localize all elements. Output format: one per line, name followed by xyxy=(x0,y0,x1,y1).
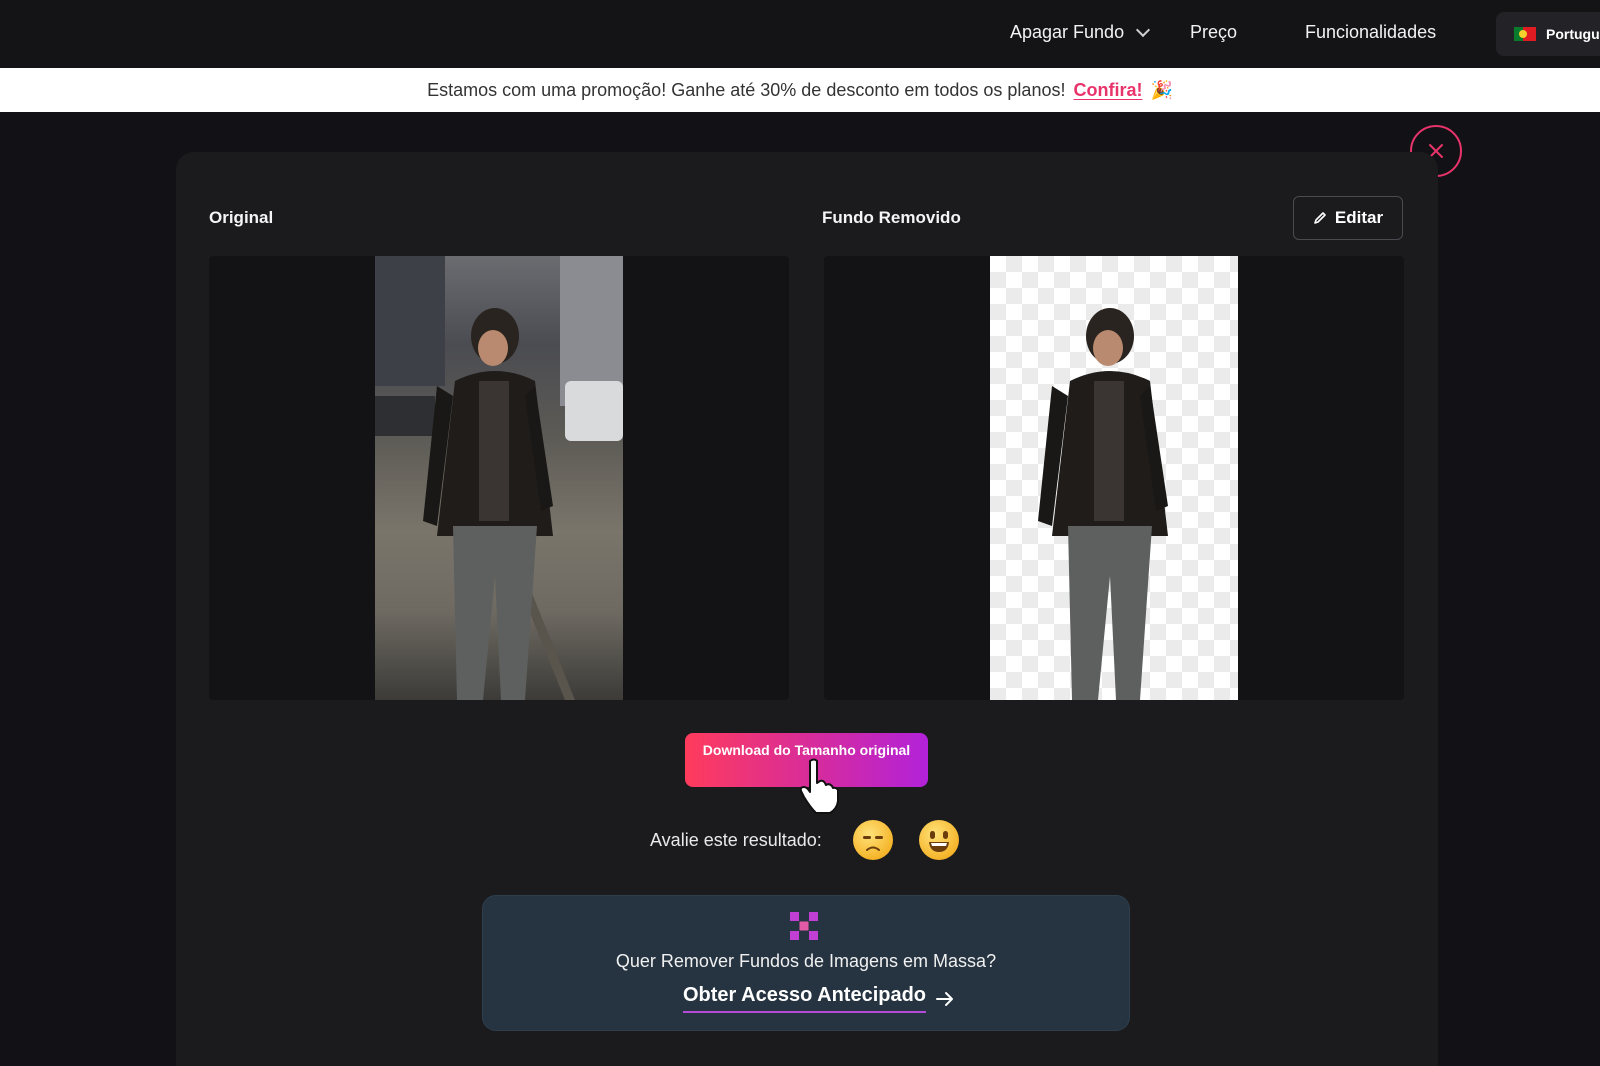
nav-remove-bg-label: Apagar Fundo xyxy=(1010,22,1125,42)
removed-image-frame xyxy=(824,256,1404,700)
bulk-removal-card: Quer Remover Fundos de Imagens em Massa?… xyxy=(482,895,1130,1031)
removed-title: Fundo Removido xyxy=(822,208,961,227)
nav-pricing-link[interactable]: Preço xyxy=(1190,22,1237,43)
nav-remove-bg-dropdown[interactable]: Apagar Fundo xyxy=(1010,22,1151,43)
original-photo xyxy=(375,256,623,700)
language-selector[interactable]: Português xyxy=(1496,12,1600,56)
bulk-question: Quer Remover Fundos de Imagens em Massa? xyxy=(615,951,997,971)
portugal-flag-icon xyxy=(1514,27,1536,41)
top-navigation: Apagar Fundo Preço Funcionalidades Portu… xyxy=(0,0,1600,68)
early-access-label: Obter Acesso Antecipado xyxy=(683,984,927,1013)
person-cutout xyxy=(1038,308,1168,700)
hand-cursor-icon xyxy=(799,758,839,814)
promo-link[interactable]: Confira! xyxy=(1073,80,1142,101)
early-access-link[interactable]: Obter Acesso Antecipado xyxy=(683,984,954,1013)
sad-emoji-icon[interactable] xyxy=(853,820,893,860)
bulk-grid-icon xyxy=(790,912,818,940)
rating-label: Avalie este resultado: xyxy=(650,830,822,850)
arrow-right-icon xyxy=(936,991,954,1006)
original-image-frame xyxy=(209,256,789,700)
edit-label: Editar xyxy=(1334,208,1384,227)
promo-banner: Estamos com uma promoção! Ganhe até 30% … xyxy=(0,68,1600,112)
chevron-down-icon xyxy=(1136,22,1151,38)
grin-emoji-icon[interactable] xyxy=(919,820,959,860)
original-title: Original xyxy=(209,208,274,227)
language-label: Português xyxy=(1546,26,1600,42)
party-popper-icon: 🎉 xyxy=(1150,79,1173,100)
removed-background-photo xyxy=(990,256,1238,700)
edit-button[interactable]: Editar xyxy=(1293,196,1403,240)
pencil-icon xyxy=(1314,212,1326,224)
nav-features-link[interactable]: Funcionalidades xyxy=(1305,22,1436,43)
promo-text: Estamos com uma promoção! Ganhe até 30% … xyxy=(427,79,1066,100)
